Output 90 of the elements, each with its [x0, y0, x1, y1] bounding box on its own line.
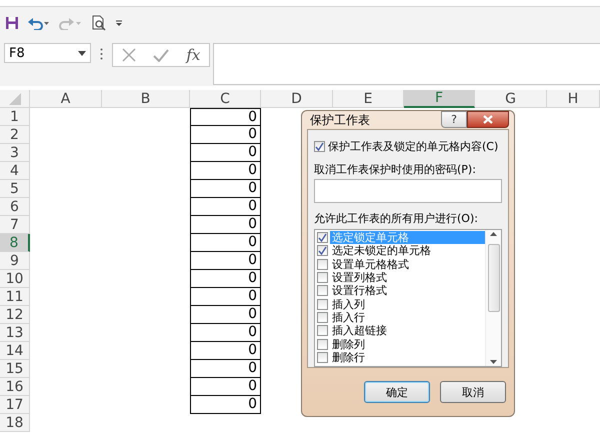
checkbox-label[interactable]: 保护工作表及锁定的单元格内容(C) [328, 138, 498, 154]
table-cell: 0 [190, 306, 261, 324]
row-header[interactable]: 7 [0, 216, 30, 234]
dropdown-caret-icon[interactable] [78, 50, 86, 56]
column-header[interactable]: F [404, 90, 475, 108]
table-cell: 0 [190, 252, 261, 270]
row-header[interactable]: 15 [0, 360, 30, 378]
checkbox[interactable] [317, 325, 328, 336]
row-header[interactable]: 18 [0, 414, 30, 432]
row-header[interactable]: 13 [0, 324, 30, 342]
table-cell: 0 [190, 288, 261, 306]
formula-input[interactable] [213, 43, 600, 85]
column-header[interactable]: C [190, 90, 261, 108]
list-item[interactable]: 插入行 [330, 310, 485, 324]
row-header[interactable]: 5 [0, 180, 30, 198]
close-icon [483, 115, 493, 124]
column-header[interactable]: G [475, 90, 547, 108]
checkbox[interactable] [317, 312, 328, 323]
checkbox[interactable] [317, 232, 328, 244]
close-button[interactable] [467, 111, 509, 128]
checkmark-icon [315, 142, 324, 150]
scroll-thumb[interactable] [488, 244, 500, 312]
checkbox[interactable] [317, 285, 328, 296]
row-header[interactable]: 4 [0, 162, 30, 180]
row-header[interactable]: 17 [0, 396, 30, 414]
column-header[interactable]: D [261, 90, 333, 108]
list-label: 允许此工作表的所有用户进行(O): [314, 211, 479, 227]
dialog-title: 保护工作表 [309, 112, 370, 128]
list-item[interactable]: 插入超链接 [330, 324, 485, 338]
row-header[interactable]: 14 [0, 342, 30, 360]
table-cell: 0 [190, 126, 261, 144]
table-cell: 0 [190, 270, 261, 288]
select-all-triangle-icon [8, 92, 20, 104]
table-cell: 0 [190, 342, 261, 360]
table-cell: 0 [190, 234, 261, 252]
row-header[interactable]: 8 [0, 234, 30, 252]
row-header[interactable]: 10 [0, 270, 30, 288]
column-header[interactable]: A [30, 90, 102, 108]
cancel-icon[interactable] [122, 48, 136, 62]
table-cell: 0 [190, 360, 261, 378]
scrollbar[interactable] [485, 230, 501, 366]
list-item[interactable]: 设置列格式 [330, 271, 485, 284]
check-icon[interactable] [152, 48, 169, 62]
list-item[interactable]: 设置单元格格式 [330, 258, 485, 271]
table-cell: 0 [190, 144, 261, 162]
field-label: 取消工作表保护时使用的密码(P): [314, 162, 477, 178]
resize-handle-icon[interactable] [100, 48, 103, 60]
list-item[interactable]: 选定未锁定的单元格 [330, 244, 485, 258]
table-cell: 0 [190, 108, 261, 126]
checkbox[interactable] [317, 258, 328, 270]
checkbox[interactable] [314, 140, 325, 152]
table-cell: 0 [190, 198, 261, 216]
customize-dropdown-icon[interactable] [115, 18, 123, 26]
row-header[interactable]: 16 [0, 378, 30, 396]
scroll-up-icon[interactable] [490, 232, 497, 236]
password-field[interactable] [314, 179, 502, 203]
checkbox[interactable] [317, 272, 328, 284]
table-cell: 0 [190, 396, 261, 414]
list-item[interactable]: 插入列 [330, 298, 485, 311]
table-cell: 0 [190, 216, 261, 234]
row-header[interactable]: 1 [0, 108, 30, 126]
redo-icon[interactable] [59, 16, 83, 30]
row-header[interactable]: 11 [0, 288, 30, 306]
table-cell: 0 [190, 180, 261, 198]
list-item[interactable]: 设置行格式 [330, 284, 485, 298]
dialog-button[interactable]: 确定 [364, 381, 430, 403]
row-header[interactable]: 12 [0, 306, 30, 324]
print-preview-icon[interactable] [91, 14, 107, 30]
column-header[interactable]: B [102, 90, 190, 108]
table-cell: 0 [190, 324, 261, 342]
scroll-down-icon[interactable] [490, 360, 497, 364]
help-button[interactable]: ? [441, 111, 467, 128]
list-item[interactable]: 删除行 [330, 350, 485, 364]
table-cell: 0 [190, 378, 261, 396]
checkbox[interactable] [317, 298, 328, 310]
column-header[interactable]: H [547, 90, 600, 108]
row-header[interactable]: 6 [0, 198, 30, 216]
row-header[interactable]: 2 [0, 126, 30, 144]
dialog-button[interactable]: 取消 [440, 381, 506, 403]
column-header[interactable]: E [333, 90, 404, 108]
list-item[interactable]: 删除列 [330, 338, 485, 351]
checkbox[interactable] [317, 352, 328, 363]
insert-function-button[interactable]: fx [186, 46, 200, 64]
row-header[interactable]: 3 [0, 144, 30, 162]
checkbox[interactable] [317, 245, 328, 256]
undo-icon[interactable] [27, 16, 51, 30]
name-box[interactable]: F8 [4, 43, 91, 63]
table-cell: 0 [190, 162, 261, 180]
row-header[interactable]: 9 [0, 252, 30, 270]
checkbox[interactable] [317, 338, 328, 350]
